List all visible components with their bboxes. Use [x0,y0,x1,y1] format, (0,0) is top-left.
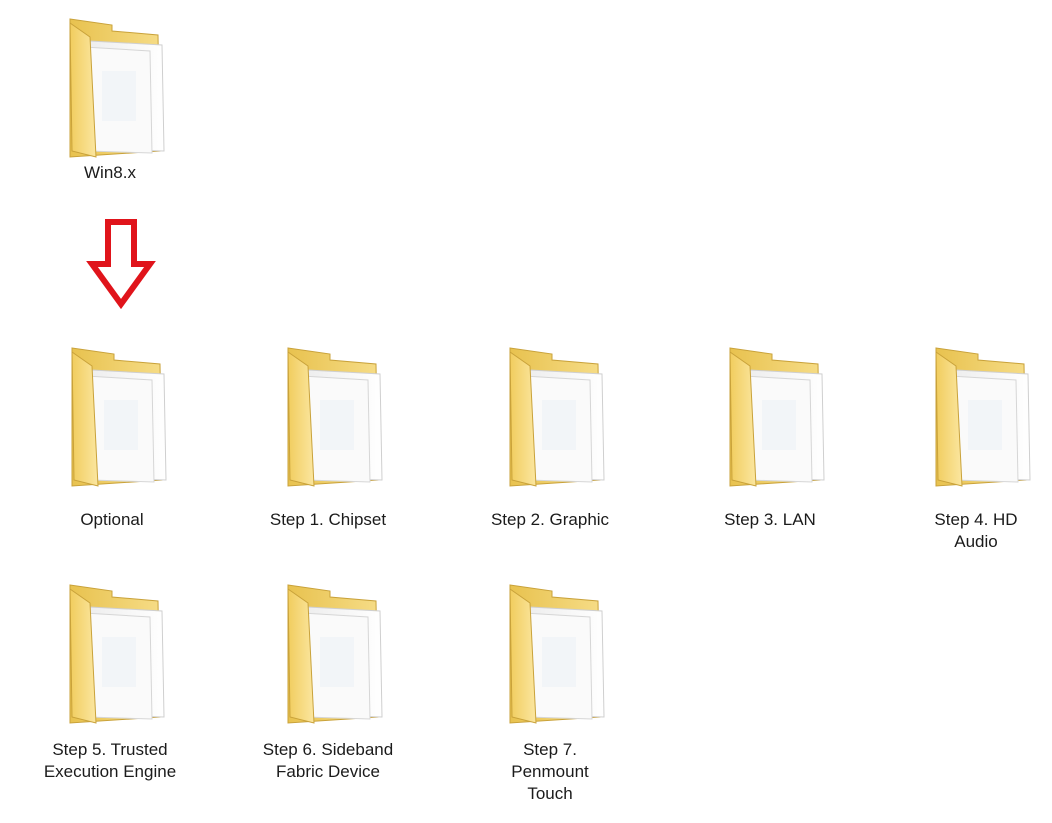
folder-label: Step 7. Penmount Touch [511,740,589,803]
folder-item-step4[interactable]: Step 4. HD Audio [912,325,1040,553]
folder-item-step1[interactable]: Step 1. Chipset [238,325,418,531]
folder-label: Step 5. Trusted Execution Engine [43,740,177,781]
folder-item-win8x[interactable]: Win8.x [40,6,180,184]
down-arrow-icon [86,218,156,315]
folder-label: Step 6. Sideband Fabric Device [262,740,394,781]
folder-label: Optional [80,510,144,529]
folder-icon [238,325,418,505]
folder-label: Step 2. Graphic [490,510,610,529]
folder-icon [40,6,180,166]
folder-label: Step 4. HD Audio [934,510,1018,551]
folder-item-step5[interactable]: Step 5. Trusted Execution Engine [20,563,200,783]
folder-item-step3[interactable]: Step 3. LAN [680,325,860,531]
folder-icon [460,325,640,505]
folder-icon [460,563,640,741]
folder-item-step2[interactable]: Step 2. Graphic [460,325,640,531]
folder-icon [20,563,200,741]
folder-item-optional[interactable]: Optional [22,325,202,531]
folder-label: Step 3. LAN [724,510,816,529]
folder-icon [912,325,1040,505]
folder-icon [238,563,418,741]
folder-item-step6[interactable]: Step 6. Sideband Fabric Device [238,563,418,783]
folder-icon [22,325,202,505]
folder-item-step7[interactable]: Step 7. Penmount Touch [460,563,640,805]
folder-icon [680,325,860,505]
folder-label: Win8.x [84,163,136,182]
folder-label: Step 1. Chipset [269,510,387,529]
